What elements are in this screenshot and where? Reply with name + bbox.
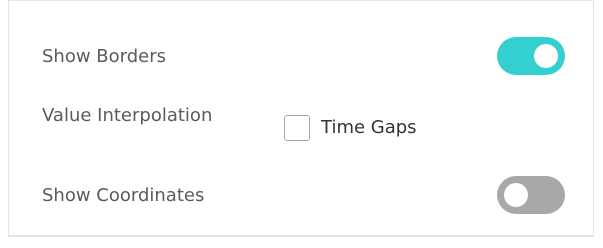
- toggle-knob: [534, 44, 558, 68]
- toggle-knob: [504, 183, 528, 207]
- show-borders-toggle[interactable]: [497, 37, 565, 75]
- time-gaps-label: Time Gaps: [321, 117, 417, 138]
- value-interpolation-label: Value Interpolation: [42, 105, 213, 126]
- time-gaps-checkbox[interactable]: [284, 115, 310, 141]
- show-borders-label: Show Borders: [42, 46, 167, 67]
- settings-panel: Show Borders Value Interpolation Time Ga…: [8, 0, 594, 237]
- show-coordinates-toggle[interactable]: [497, 176, 565, 214]
- show-coordinates-label: Show Coordinates: [42, 185, 205, 206]
